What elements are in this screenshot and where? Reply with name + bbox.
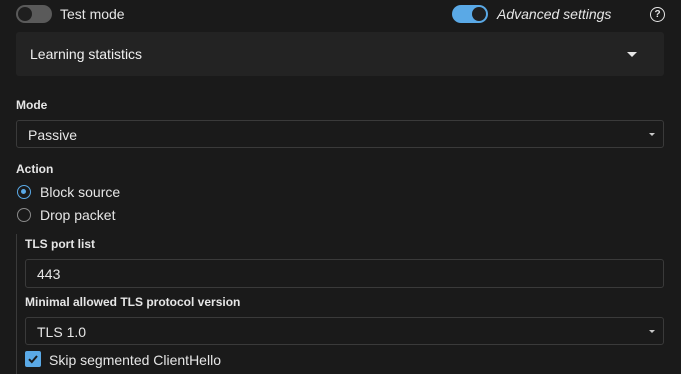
help-glyph: ?: [654, 9, 661, 20]
learning-statistics-panel[interactable]: Learning statistics: [16, 32, 664, 76]
action-label: Action: [16, 162, 54, 176]
chevron-down-icon[interactable]: [627, 52, 637, 57]
test-mode-toggle[interactable]: [16, 5, 52, 23]
toggle-knob: [18, 7, 32, 21]
tls-port-list-label: TLS port list: [25, 237, 95, 251]
radio-drop-packet-label: Drop packet: [40, 207, 116, 223]
tls-port-list-input[interactable]: 443: [25, 259, 664, 288]
skip-segmented-checkbox[interactable]: [25, 351, 41, 367]
radio-block-source[interactable]: [17, 185, 31, 199]
test-mode-label: Test mode: [60, 6, 125, 22]
tls-min-version-value: TLS 1.0: [37, 324, 87, 340]
tls-min-version-select[interactable]: TLS 1.0: [25, 317, 664, 345]
skip-segmented-label: Skip segmented ClientHello: [49, 352, 221, 368]
radio-block-source-label: Block source: [40, 184, 121, 200]
mode-label: Mode: [16, 98, 48, 112]
panel-title: Learning statistics: [30, 46, 143, 62]
mode-select[interactable]: Passive: [16, 120, 664, 148]
help-circle-icon[interactable]: ?: [650, 7, 665, 22]
advanced-settings-label: Advanced settings: [497, 6, 612, 22]
select-arrow-icon: [649, 330, 655, 333]
toggle-knob: [472, 7, 486, 21]
section-indent-line: [16, 234, 17, 374]
tls-min-version-label: Minimal allowed TLS protocol version: [25, 295, 241, 309]
advanced-settings-toggle[interactable]: [452, 5, 488, 23]
radio-drop-packet[interactable]: [17, 208, 31, 222]
checkmark-icon: [28, 355, 38, 364]
tls-port-list-value: 443: [37, 266, 61, 282]
select-arrow-icon: [649, 133, 655, 136]
mode-select-value: Passive: [28, 127, 78, 143]
